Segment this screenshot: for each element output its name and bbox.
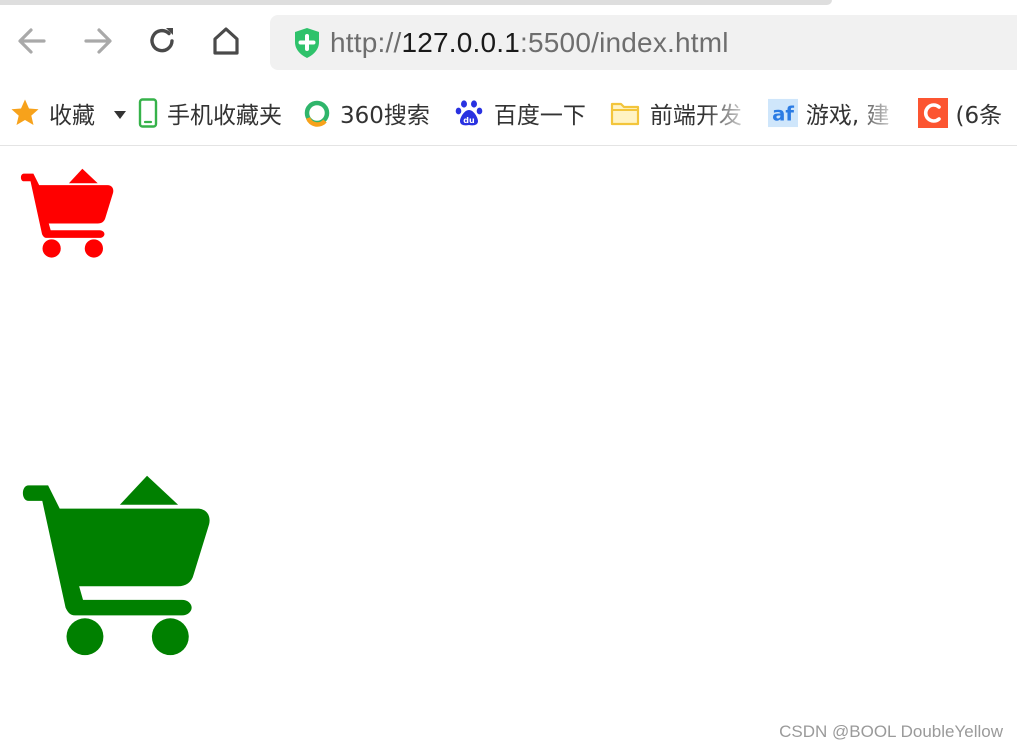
bookmark-csdn[interactable]: (6条 — [917, 88, 1003, 138]
cart-triangle — [119, 475, 179, 505]
back-button[interactable] — [12, 21, 52, 61]
url-text[interactable]: http://127.0.0.1:5500/index.html — [330, 27, 729, 59]
svg-text:af: af — [772, 103, 794, 126]
bookmark-label: 游戏, 建 — [806, 96, 890, 130]
reload-button[interactable] — [142, 21, 182, 61]
browser-window: http://127.0.0.1:5500/index.html 收藏 手机收藏… — [0, 0, 1017, 750]
csdn-c-icon — [917, 98, 948, 128]
bookmark-label: 360搜索 — [340, 103, 430, 129]
cart-wheel-left — [42, 239, 61, 258]
cart-wheel-right — [84, 239, 103, 258]
phone-icon — [137, 98, 159, 128]
url-host: 127.0.0.1 — [401, 26, 521, 58]
bookmark-label: 前端开发 — [650, 96, 742, 130]
folder-icon — [610, 98, 640, 128]
forward-arrow-icon — [84, 28, 112, 54]
svg-text:du: du — [463, 116, 475, 125]
bookmark-baidu[interactable]: du 百度一下 — [454, 88, 586, 138]
watermark-text: CSDN @BOOL DoubleYellow — [779, 722, 1003, 741]
bookmark-360-search[interactable]: 360搜索 — [302, 88, 430, 138]
browser-toolbar: http://127.0.0.1:5500/index.html — [0, 5, 1017, 80]
cart-wheel-right — [151, 618, 189, 656]
cart-wheel-left — [66, 618, 104, 656]
reload-icon — [150, 28, 174, 53]
bookmark-label: 百度一下 — [493, 103, 586, 129]
forward-button[interactable] — [78, 21, 118, 61]
bookmark-label: 收藏 — [49, 103, 95, 129]
cart-body — [20, 173, 114, 238]
cart-triangle — [68, 168, 98, 184]
bookmark-label: (6条 — [955, 103, 1003, 129]
bookmark-favorites-dropdown[interactable] — [113, 88, 127, 138]
af-icon: af — [767, 98, 798, 128]
bookmark-mobile[interactable]: 手机收藏夹 — [137, 88, 282, 138]
page-content: CSDN @BOOL DoubleYellow — [0, 146, 1017, 750]
home-button[interactable] — [206, 21, 246, 61]
bookmark-frontend-folder[interactable]: 前端开发 — [610, 88, 742, 138]
cart-body — [22, 485, 210, 616]
shield-plus-icon — [292, 27, 322, 59]
back-arrow-icon — [18, 28, 46, 54]
bookmark-label: 手机收藏夹 — [167, 103, 282, 129]
url-scheme: http:// — [330, 26, 402, 58]
shopping-cart-icon — [20, 168, 114, 258]
caret-down-icon — [113, 100, 127, 126]
360-search-icon — [302, 98, 332, 128]
url-path: :5500/index.html — [520, 26, 729, 58]
bookmark-favorites[interactable]: 收藏 — [10, 88, 95, 138]
baidu-paw-icon: du — [454, 98, 484, 128]
bookmarks-bar: 收藏 手机收藏夹 360搜索 du 百度一下 前端开发 af 游戏, 建 (6条 — [0, 88, 1017, 138]
address-bar[interactable]: http://127.0.0.1:5500/index.html — [270, 15, 1017, 70]
bookmark-af-games[interactable]: af 游戏, 建 — [767, 88, 890, 138]
shopping-cart-icon — [22, 475, 210, 656]
home-icon — [213, 27, 239, 55]
star-icon — [10, 98, 40, 128]
